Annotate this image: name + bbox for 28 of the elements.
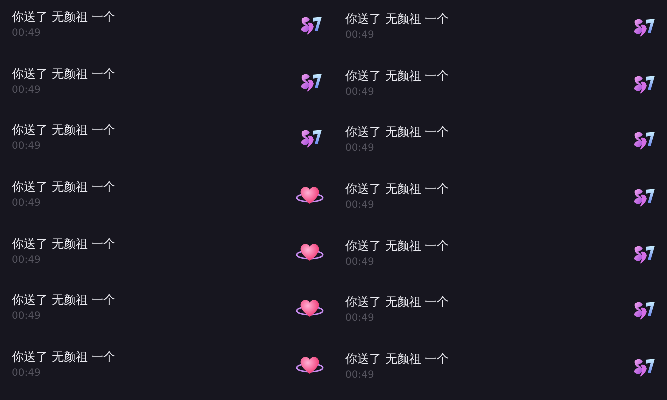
timestamp: 00:49 xyxy=(12,27,41,40)
timestamp: 00:49 xyxy=(12,84,41,97)
timestamp: 00:49 xyxy=(346,312,374,326)
timestamp: 00:49 xyxy=(346,29,374,42)
gift-message: 你送了 无颜祖 一个 xyxy=(12,236,116,252)
gift-message: 你送了 无颜祖 一个 xyxy=(12,66,116,82)
gift-message: 你送了 无颜祖 一个 xyxy=(346,68,450,84)
timestamp: 00:49 xyxy=(12,254,41,267)
gift-message: 你送了 无颜祖 一个 xyxy=(346,124,450,140)
timestamp: 00:49 xyxy=(12,367,41,380)
gift-message: 你送了 无颜祖 一个 xyxy=(346,294,450,310)
gift-message: 你送了 无颜祖 一个 xyxy=(346,181,450,198)
timestamp: 00:49 xyxy=(12,140,41,154)
gift-message: 你送了 无颜祖 一个 xyxy=(346,351,450,368)
gift-message: 你送了 无颜祖 一个 xyxy=(12,292,116,308)
timestamp: 00:49 xyxy=(12,197,41,210)
gift-message: 你送了 无颜祖 一个 xyxy=(346,11,450,27)
gift-message: 你送了 无颜祖 一个 xyxy=(12,179,116,196)
gift-message: 你送了 无颜祖 一个 xyxy=(12,9,116,25)
timestamp: 00:49 xyxy=(346,199,374,212)
timestamp: 00:49 xyxy=(346,86,374,99)
timestamp: 00:49 xyxy=(346,142,374,156)
timestamp: 00:49 xyxy=(12,310,41,324)
gift-message: 你送了 无颜祖 一个 xyxy=(12,122,116,138)
gift-message: 你送了 无颜祖 一个 xyxy=(346,238,450,254)
timestamp: 00:49 xyxy=(346,256,374,269)
gift-message: 你送了 无颜祖 一个 xyxy=(12,349,116,366)
timestamp: 00:49 xyxy=(346,369,374,382)
